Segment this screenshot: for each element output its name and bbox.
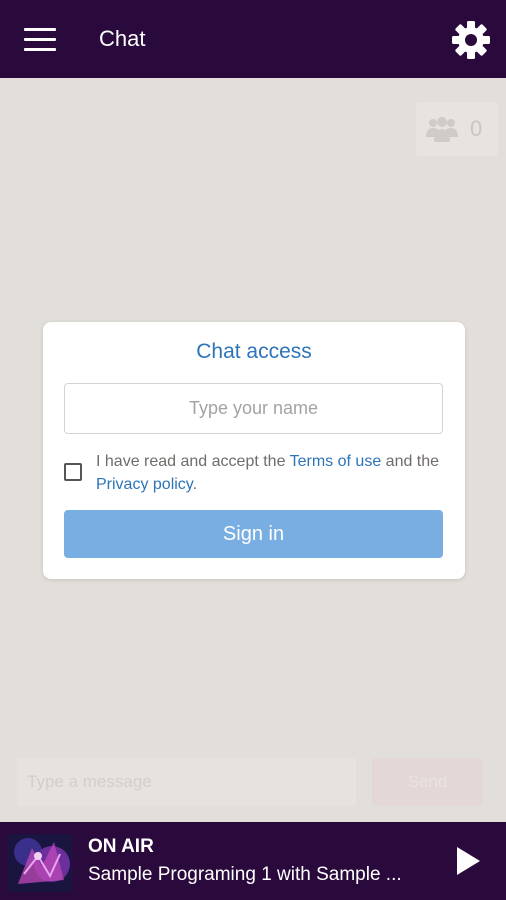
privacy-policy-link[interactable]: Privacy policy <box>96 476 193 493</box>
terms-of-use-link[interactable]: Terms of use <box>290 453 382 470</box>
play-icon[interactable] <box>455 846 481 876</box>
album-cover-image[interactable] <box>8 834 72 892</box>
message-input[interactable] <box>17 758 356 806</box>
hamburger-menu-icon[interactable] <box>24 28 56 52</box>
card-title: Chat access <box>196 340 312 363</box>
terms-text: I have read and accept the Terms of use … <box>96 450 446 496</box>
online-users-badge[interactable]: 0 <box>416 102 498 156</box>
terms-prefix: I have read and accept the <box>96 453 290 470</box>
users-count: 0 <box>470 116 483 141</box>
users-icon <box>426 117 458 142</box>
gear-icon[interactable] <box>449 18 493 62</box>
terms-middle: and the <box>381 453 440 470</box>
on-air-label: ON AIR <box>88 836 154 857</box>
program-title: Sample Programing 1 with Sample ... <box>88 864 402 885</box>
send-button[interactable]: Send <box>372 758 483 806</box>
sign-in-button[interactable]: Sign in <box>64 510 443 558</box>
chat-access-card: Chat access I have read and accept the T… <box>43 322 465 579</box>
top-app-bar: Chat <box>0 0 506 78</box>
now-playing-bar: ON AIR Sample Programing 1 with Sample .… <box>0 822 506 900</box>
terms-checkbox[interactable] <box>64 463 82 481</box>
name-input[interactable] <box>64 383 443 434</box>
page-title: Chat <box>99 26 146 51</box>
terms-suffix: . <box>192 476 198 493</box>
